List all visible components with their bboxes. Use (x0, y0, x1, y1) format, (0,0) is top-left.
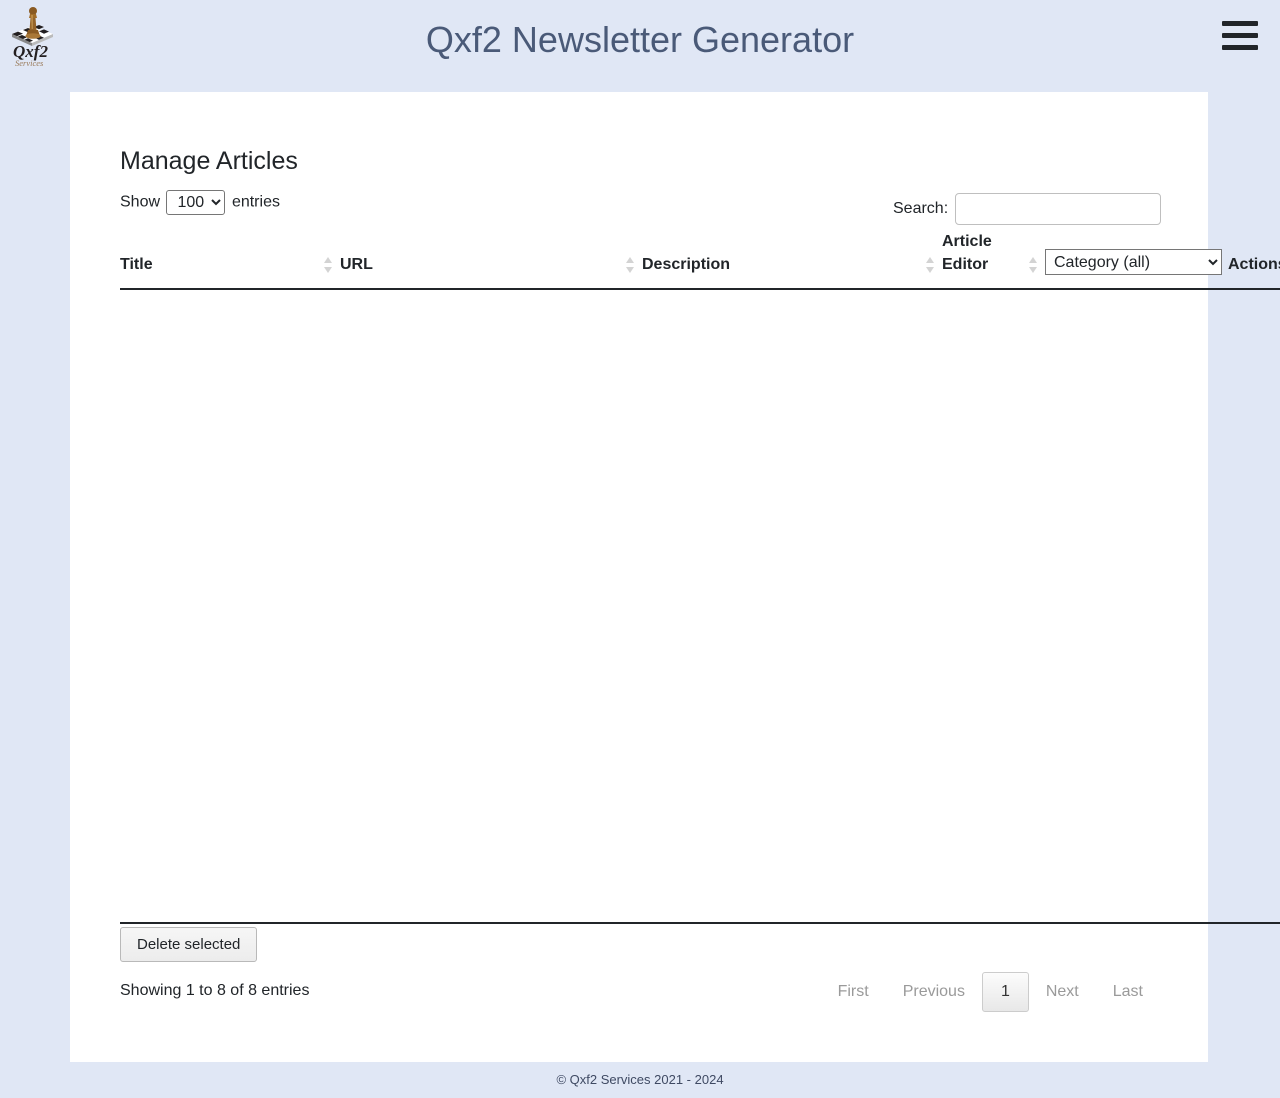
column-header-article-editor[interactable]: Article Editor (942, 230, 1045, 290)
pagination: First Previous 1 Next Last (821, 972, 1160, 1012)
hamburger-menu-icon[interactable] (1222, 20, 1258, 50)
table-bottom-rule (120, 922, 1280, 924)
length-menu: Show 100 entries (120, 190, 280, 215)
column-header-title[interactable]: Title (120, 230, 340, 290)
app-title: Qxf2 Newsletter Generator (425, 19, 855, 60)
sort-icon-url[interactable] (626, 257, 635, 273)
table-body-spacer (120, 289, 1280, 919)
pagination-next[interactable]: Next (1029, 972, 1096, 1012)
sort-icon-article-editor[interactable] (1029, 257, 1038, 273)
category-filter-select[interactable]: Category (all) (1045, 249, 1222, 275)
page-title: Manage Articles (120, 147, 298, 175)
pagination-page-1[interactable]: 1 (981, 972, 1029, 1012)
hamburger-bar-2 (1222, 32, 1258, 38)
articles-table-head: Title URL Description Article Editor Cat… (120, 230, 1280, 290)
column-label-actions: Actions (1228, 256, 1280, 273)
length-menu-prefix: Show (120, 193, 161, 211)
delete-selected-button[interactable]: Delete selected (120, 927, 258, 962)
column-label-description: Description (642, 256, 731, 273)
pagination-first[interactable]: First (821, 972, 886, 1012)
entries-per-page-select[interactable]: 100 (166, 190, 226, 215)
search-input[interactable] (954, 193, 1161, 225)
column-label-article-editor: Article Editor (942, 233, 992, 273)
column-header-actions: Actions (1228, 230, 1280, 290)
sort-icon-title[interactable] (324, 257, 333, 273)
articles-table-body (120, 289, 1280, 919)
column-label-title: Title (120, 256, 153, 273)
footer: © Qxf2 Services 2021 - 2024 (556, 1072, 724, 1087)
articles-table-wrap: Title URL Description Article Editor Cat… (120, 230, 1280, 925)
column-header-category-filter: Category (all) (1045, 230, 1228, 290)
top-header-bar: Qxf2 Services Qxf2 Newsletter Generator (0, 0, 1280, 80)
hamburger-bar-3 (1222, 44, 1258, 50)
search-filter: Search: (893, 193, 1280, 225)
articles-table-header-row: Title URL Description Article Editor Cat… (120, 230, 1280, 290)
column-label-url: URL (340, 256, 373, 273)
search-label: Search: (893, 200, 949, 218)
sort-icon-description[interactable] (926, 257, 935, 273)
pagination-previous[interactable]: Previous (886, 972, 982, 1012)
table-info: Showing 1 to 8 of 8 entries (120, 982, 310, 999)
articles-table: Title URL Description Article Editor Cat… (120, 230, 1280, 919)
column-header-url[interactable]: URL (340, 230, 642, 290)
column-header-description[interactable]: Description (642, 230, 942, 290)
pagination-last[interactable]: Last (1096, 972, 1160, 1012)
table-row (120, 289, 1280, 919)
length-menu-suffix: entries (231, 193, 280, 211)
hamburger-bar-1 (1222, 20, 1258, 26)
